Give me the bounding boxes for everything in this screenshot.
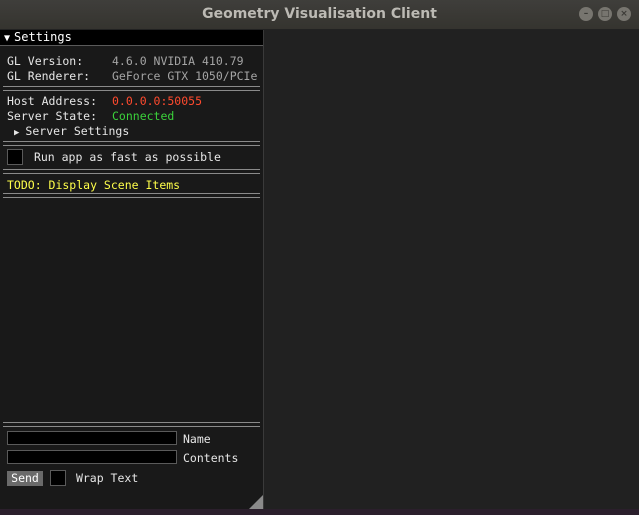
- server-state-row: Server State: Connected: [7, 109, 174, 123]
- todo-text: TODO: Display Scene Items: [7, 178, 181, 192]
- gl-version-label: GL Version:: [7, 54, 84, 68]
- server-state-value: Connected: [112, 109, 175, 123]
- maximize-icon[interactable]: □: [598, 7, 612, 21]
- window-title: Geometry Visualisation Client: [202, 6, 437, 22]
- gl-version-row: GL Version: 4.6.0 NVIDIA 410.79: [7, 54, 244, 68]
- collapse-arrow-icon[interactable]: ▼: [4, 33, 10, 44]
- title-bar: Geometry Visualisation Client – □ ×: [0, 0, 639, 30]
- wrap-text-checkbox[interactable]: [50, 470, 66, 486]
- close-icon[interactable]: ×: [617, 7, 631, 21]
- run-fast-checkbox[interactable]: [7, 149, 23, 165]
- expand-arrow-icon: ▶: [14, 128, 20, 138]
- wrap-text-row[interactable]: Wrap Text: [50, 470, 138, 486]
- render-viewport[interactable]: [264, 30, 639, 509]
- gl-renderer-row: GL Renderer: GeForce GTX 1050/PCIe: [7, 69, 257, 83]
- run-fast-row[interactable]: Run app as fast as possible: [7, 149, 221, 165]
- resize-grip-icon[interactable]: [249, 495, 263, 509]
- wrap-text-label: Wrap Text: [75, 470, 139, 485]
- server-state-label: Server State:: [7, 109, 98, 123]
- name-input[interactable]: [7, 431, 177, 445]
- desktop-strip: [0, 509, 639, 515]
- separator: [3, 141, 260, 146]
- host-address-label: Host Address:: [7, 94, 98, 108]
- run-fast-label: Run app as fast as possible: [33, 149, 221, 164]
- server-settings-toggle[interactable]: ▶ Server Settings: [14, 124, 129, 138]
- contents-label: Contents: [183, 451, 239, 465]
- host-address-value: 0.0.0.0:50055: [112, 94, 203, 108]
- separator: [3, 169, 260, 174]
- gl-renderer-value: GeForce GTX 1050/PCIe: [112, 69, 258, 83]
- gl-version-value: 4.6.0 NVIDIA 410.79: [112, 54, 244, 68]
- settings-header[interactable]: ▼ Settings: [0, 30, 263, 46]
- server-settings-label: Server Settings: [25, 124, 130, 138]
- separator: [3, 422, 260, 427]
- settings-panel: ▼ Settings GL Version: 4.6.0 NVIDIA 410.79…: [0, 30, 264, 509]
- host-address-row: Host Address: 0.0.0.0:50055: [7, 94, 202, 108]
- settings-title: Settings: [14, 30, 72, 44]
- separator: [3, 193, 260, 198]
- name-label: Name: [183, 432, 211, 446]
- separator: [3, 86, 260, 91]
- send-button[interactable]: Send: [7, 471, 43, 486]
- minimize-icon[interactable]: –: [579, 7, 593, 21]
- contents-input[interactable]: [7, 450, 177, 464]
- gl-renderer-label: GL Renderer:: [7, 69, 91, 83]
